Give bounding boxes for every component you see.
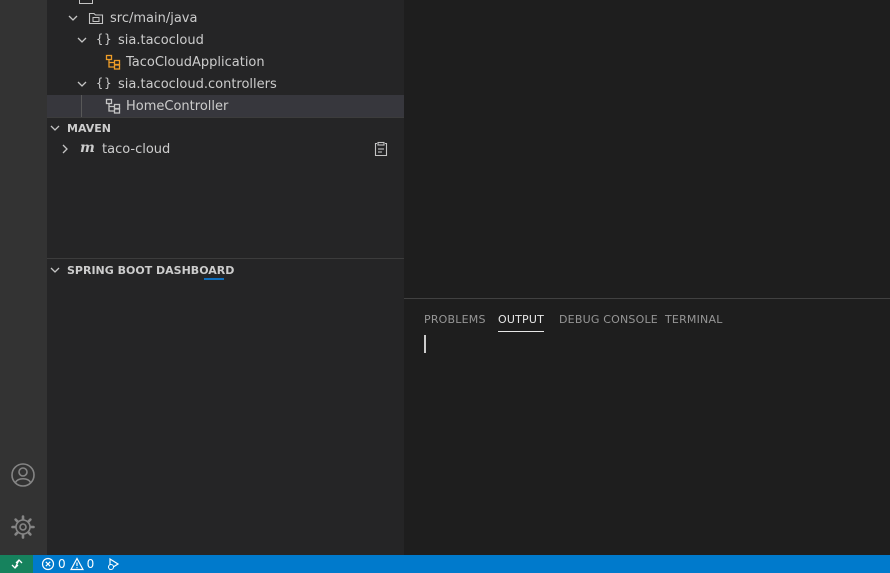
remote-icon [11,559,22,569]
error-icon [41,557,55,571]
section-title: MAVEN [67,121,111,135]
tab-problems[interactable]: PROBLEMS [424,313,486,326]
activity-bar [0,0,47,555]
spring-boot-dashboard-header[interactable]: SPRING BOOT DASHBOARD [47,259,404,281]
tree-item-sia-tacocloud[interactable]: {} sia.tacocloud [47,29,404,51]
tree-item-tacocloudapplication[interactable]: TacoCloudApplication [47,51,404,73]
class-icon [105,98,121,114]
package-icon: {} [96,76,113,90]
section-title: SPRING BOOT DASHBOARD [67,263,235,277]
tree-item-taco-cloud[interactable]: m taco-cloud [47,138,404,160]
error-count: 0 [58,557,66,571]
warning-icon [69,557,84,571]
tree-item-label: taco-cloud [102,141,171,157]
indent-guide [81,95,82,117]
package-icon: {} [96,32,113,46]
sidebar: src/main/java {} sia.tacocloud TacoCloud… [47,0,404,555]
folder-icon [79,0,93,4]
account-icon[interactable] [10,462,36,488]
chevron-down-icon [68,15,78,21]
chevron-down-icon [77,37,87,43]
chevron-down-icon [50,267,60,273]
tab-debug-console[interactable]: DEBUG CONSOLE [559,313,658,326]
problems-status[interactable]: 0 0 [41,555,94,573]
debug-icon [108,557,120,571]
panel: PROBLEMS OUTPUT DEBUG CONSOLE TERMINAL [404,298,890,555]
class-icon [105,54,121,70]
tree-item-label: sia.tacocloud.controllers [118,76,277,92]
gear-icon[interactable] [10,514,36,540]
maven-section-header[interactable]: MAVEN [47,117,404,139]
text-cursor [424,335,426,353]
tree-item-label: sia.tacocloud [118,32,204,48]
chevron-down-icon [50,125,60,131]
tab-output[interactable]: OUTPUT [498,313,545,332]
progress-indicator [204,278,224,280]
tree-item-label: HomeController [126,98,229,114]
chevron-down-icon [77,81,87,87]
status-bar: 0 0 [0,555,890,573]
tree-item-homecontroller[interactable]: HomeController [47,95,404,117]
tree-item-label: TacoCloudApplication [126,54,265,70]
source-folder-icon [88,12,104,25]
clipboard-icon[interactable] [373,141,389,157]
chevron-right-icon [62,144,68,154]
maven-icon: m [80,140,95,156]
editor-area[interactable] [404,0,890,298]
tree-item-src-main-java[interactable]: src/main/java [47,7,404,29]
debug-run-status[interactable] [106,555,122,573]
tree-item-label: src/main/java [110,10,198,26]
tab-terminal[interactable]: TERMINAL [665,313,723,326]
remote-indicator[interactable] [0,555,33,573]
tree-item-sia-tacocloud-controllers[interactable]: {} sia.tacocloud.controllers [47,73,404,95]
warning-count: 0 [86,557,95,571]
